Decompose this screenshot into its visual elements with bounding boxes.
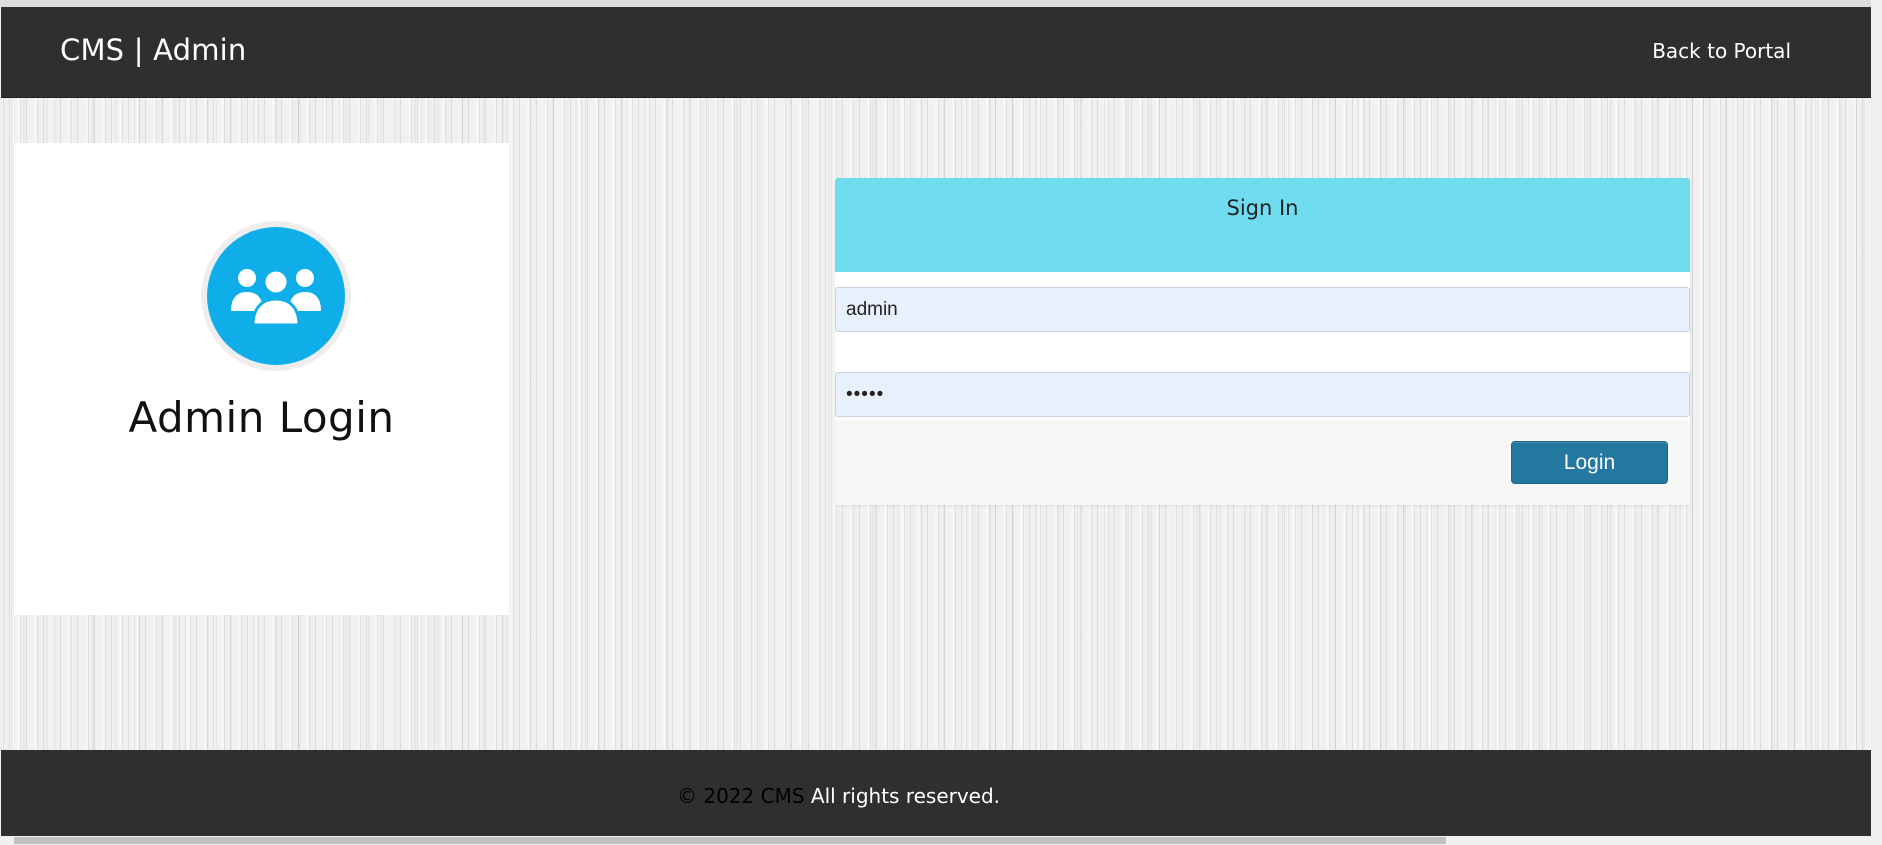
page-title: Admin Login xyxy=(128,393,395,442)
admin-login-panel: Admin Login xyxy=(14,143,509,615)
brand-title: CMS | Admin xyxy=(60,33,247,67)
users-group-icon xyxy=(231,268,321,327)
username-field[interactable] xyxy=(835,287,1690,332)
copyright-rights: All rights reserved. xyxy=(804,784,1001,808)
copyright-text: © 2022 CMS All rights reserved. xyxy=(677,784,1000,808)
login-button[interactable]: Login xyxy=(1511,441,1668,484)
scrollbar-thumb[interactable] xyxy=(14,837,1446,844)
avatar-ring xyxy=(201,221,351,371)
back-to-portal-link[interactable]: Back to Portal xyxy=(1652,39,1791,63)
sign-in-heading: Sign In xyxy=(1226,196,1299,220)
top-strip xyxy=(0,0,1882,7)
copyright-brand: © 2022 CMS xyxy=(677,784,805,808)
page-footer: © 2022 CMS All rights reserved. xyxy=(1,750,1871,836)
vertical-scroll-gutter xyxy=(1871,0,1882,836)
password-field[interactable] xyxy=(835,372,1690,417)
horizontal-scrollbar[interactable] xyxy=(0,836,1882,845)
avatar xyxy=(207,227,345,365)
sign-in-card: Sign In Login xyxy=(835,178,1690,505)
top-navbar: CMS | Admin Back to Portal xyxy=(1,7,1871,98)
card-header: Sign In xyxy=(835,178,1690,272)
